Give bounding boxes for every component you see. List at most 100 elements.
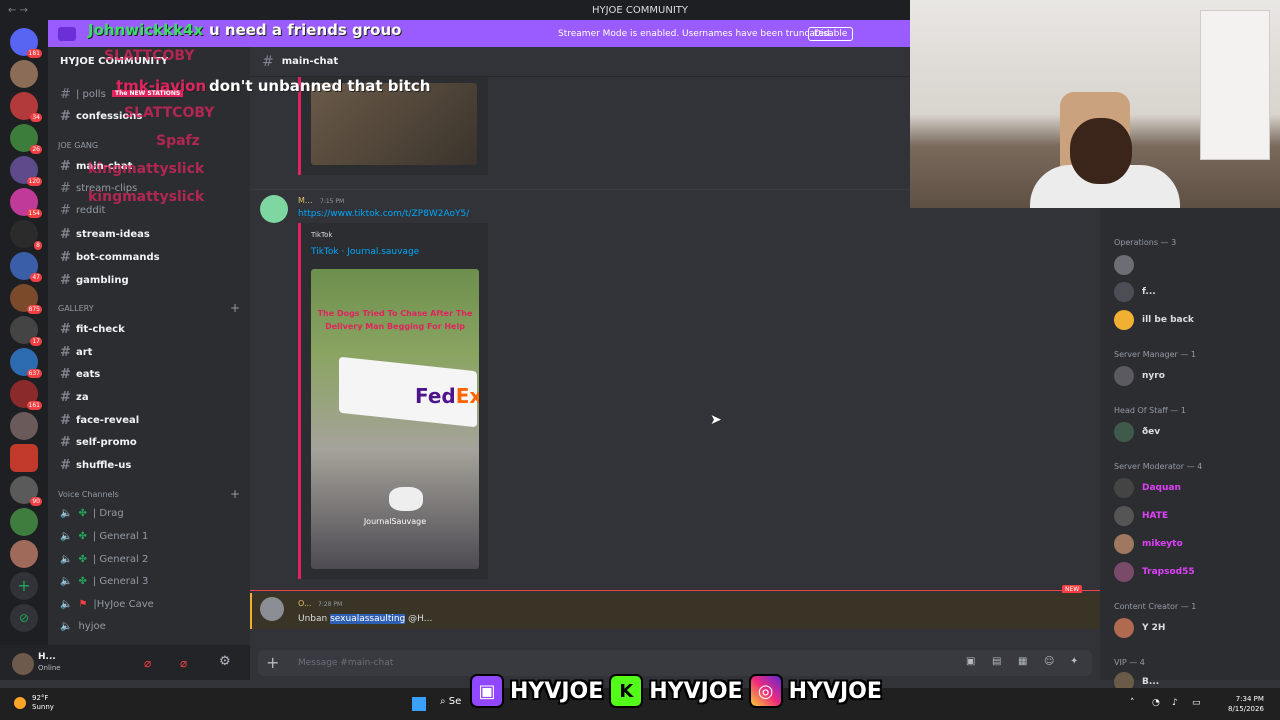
clover-icon: ✤ (78, 508, 87, 519)
battery-icon[interactable]: ▭ (1192, 698, 1201, 708)
user-mention[interactable]: @H... (405, 614, 432, 624)
server-icon[interactable]: 637 (10, 348, 42, 378)
member-row[interactable] (1114, 255, 1142, 275)
server-icon[interactable] (10, 540, 38, 568)
channel-stream-ideas[interactable]: # stream-ideas (60, 227, 150, 242)
selected-text[interactable]: sexualassaulting (330, 614, 406, 624)
server-icon[interactable] (10, 412, 38, 440)
category-voice-channels[interactable]: Voice Channels (58, 490, 119, 499)
gear-icon[interactable]: ⚙ (219, 654, 231, 669)
webcam-overlay (910, 0, 1280, 208)
voice-channel-hyjoe-cave[interactable]: 🔈 ⚑ |HyJoe Cave (60, 599, 154, 610)
add-server-icon[interactable]: + (10, 572, 38, 600)
network-icon[interactable]: ◔ (1152, 698, 1160, 708)
home-server-icon[interactable]: 181 (10, 28, 42, 58)
server-icon[interactable] (10, 444, 38, 472)
channel-reddit[interactable]: # reddit (60, 203, 105, 218)
channel-za[interactable]: # za (60, 390, 89, 405)
member-avatar (1114, 282, 1134, 302)
category-gallery[interactable]: GALLERY (58, 304, 94, 313)
channel-polls[interactable]: # | polls (60, 87, 106, 102)
speaker-icon[interactable]: ♪ (1172, 698, 1178, 708)
channel-shuffle-us[interactable]: # shuffle-us (60, 458, 131, 473)
server-icon[interactable]: 17 (10, 316, 42, 346)
speaker-icon: 🔈 (60, 621, 73, 632)
system-clock[interactable]: 7:34 PM 8/15/2026 (1228, 694, 1264, 714)
sticker-icon[interactable]: ▦ (1018, 656, 1027, 667)
streamer-mode-message: Streamer Mode is enabled. Usernames have… (558, 28, 833, 39)
member-row[interactable]: HATE (1114, 506, 1168, 526)
channel-bot-commands[interactable]: # bot-commands (60, 250, 160, 265)
server-icon[interactable]: 875 (10, 284, 42, 314)
voice-channel-general-1[interactable]: 🔈 ✤ | General 1 (60, 531, 148, 542)
message-author[interactable]: O... (298, 599, 312, 608)
member-group-header: Server Moderator — 4 (1114, 462, 1203, 471)
member-row[interactable]: f... (1114, 282, 1156, 302)
channel-gambling[interactable]: # gambling (60, 273, 129, 288)
member-row[interactable]: nyro (1114, 366, 1165, 386)
weather-widget[interactable]: 92°F Sunny (14, 694, 54, 712)
embed-title[interactable]: TikTok · Journal.sauvage (311, 247, 419, 257)
member-row[interactable]: Trapsod55 (1114, 562, 1195, 582)
server-icon[interactable]: 161 (10, 380, 42, 410)
gift-icon[interactable]: ▣ (966, 656, 975, 667)
channel-eats[interactable]: # eats (60, 367, 100, 382)
channel-face-reveal[interactable]: # face-reveal (60, 413, 139, 428)
member-row[interactable]: Daquan (1114, 478, 1181, 498)
voice-channel-label: | General 3 (92, 576, 149, 587)
unread-badge: 17 (30, 337, 42, 346)
server-icon[interactable] (10, 508, 38, 536)
member-avatar (1114, 255, 1134, 275)
embed-video[interactable]: The Dogs Tried To Chase After The Delive… (311, 269, 479, 569)
channel-sidebar: HYJOE COMMUNITY # | polls # confessions JO… (48, 47, 250, 645)
mute-icon[interactable]: ⌀ (144, 656, 151, 670)
voice-channel-hyjoe[interactable]: 🔈 hyjoe (60, 621, 106, 632)
author-avatar[interactable] (260, 597, 284, 621)
author-avatar[interactable] (260, 195, 288, 223)
nav-arrows-icon[interactable]: ← → (8, 5, 28, 16)
voice-channel-drag[interactable]: 🔈 ✤ | Drag (60, 508, 124, 519)
server-icon[interactable] (10, 60, 38, 88)
server-icon[interactable]: 26 (10, 124, 42, 154)
explore-icon[interactable]: ⊘ (10, 604, 38, 632)
social-handle: HYVJOE (788, 678, 882, 704)
kick-icon: K (609, 674, 644, 708)
deafen-icon[interactable]: ⌀ (180, 656, 187, 670)
windows-start-icon[interactable] (412, 697, 426, 711)
chevron-up-icon[interactable]: ˄ (1130, 698, 1135, 708)
hash-icon: # (60, 413, 71, 428)
add-voice-channel-icon[interactable]: + (230, 487, 240, 501)
category-joe-gang[interactable]: JOE GANG (58, 141, 98, 150)
add-attachment-icon[interactable]: + (266, 653, 279, 672)
embed-thumbnail[interactable] (311, 83, 477, 165)
member-row[interactable]: ðev (1114, 422, 1160, 442)
member-row[interactable]: mikeyto (1114, 534, 1183, 554)
hash-icon: # (262, 53, 274, 70)
new-messages-divider (250, 590, 1100, 591)
video-caption: The Dogs Tried To Chase After The Delive… (317, 309, 473, 331)
emoji-icon[interactable]: ☺ (1044, 656, 1054, 667)
add-channel-icon[interactable]: + (230, 301, 240, 315)
disable-button[interactable]: Disable (808, 26, 854, 41)
server-icon[interactable]: 120 (10, 156, 42, 186)
search-box[interactable]: ⌕ Se (440, 696, 461, 707)
channel-self-promo[interactable]: # self-promo (60, 435, 137, 450)
message-link[interactable]: https://www.tiktok.com/t/ZP8W2AoY5/ (298, 209, 469, 219)
unread-badge: 34 (30, 113, 42, 122)
voice-channel-general-2[interactable]: 🔈 ✤ | General 2 (60, 554, 148, 565)
server-icon[interactable]: 154 (10, 188, 42, 218)
gif-icon[interactable]: ▤ (992, 656, 1001, 667)
user-avatar[interactable] (12, 653, 34, 675)
apps-icon[interactable]: ✦ (1070, 656, 1078, 667)
member-row[interactable]: Y 2H (1114, 618, 1165, 638)
server-icon[interactable]: 34 (10, 92, 42, 122)
server-icon[interactable]: 47 (10, 252, 42, 282)
channel-art[interactable]: # art (60, 345, 92, 360)
message-input[interactable]: Message #main-chat (298, 658, 393, 668)
voice-channel-general-3[interactable]: 🔈 ✤ | General 3 (60, 576, 148, 587)
channel-fit-check[interactable]: # fit-check (60, 322, 125, 337)
server-icon[interactable]: 8 (10, 220, 42, 250)
server-icon[interactable]: 90 (10, 476, 42, 506)
message-author[interactable]: M... (298, 196, 313, 205)
member-row[interactable]: ill be back (1114, 310, 1194, 330)
